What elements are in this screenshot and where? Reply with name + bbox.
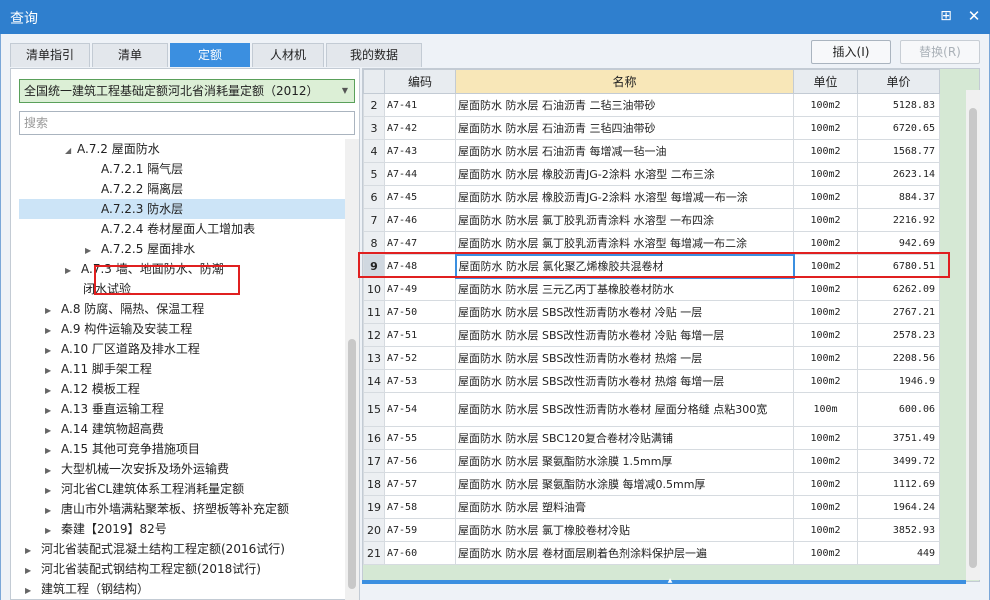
tree-node[interactable]: ▶ A.8 防腐、隔热、保温工程 [45, 299, 204, 319]
chapter-tree: ◢ A.7.2 屋面防水 A.7.2.1 隔气层 A.7.2.2 隔离层 A.7.… [11, 139, 345, 600]
table-row[interactable]: 11 A7-50 屋面防水 防水层 SBS改性沥青防水卷材 冷贴 一层 100m2 27… [363, 300, 940, 324]
expand-icon[interactable]: ◢ [65, 141, 77, 161]
expand-icon[interactable]: ▶ [45, 381, 57, 401]
table-row[interactable]: 10 A7-49 屋面防水 防水层 三元乙丙丁基橡胶卷材防水 100m2 6262.09 [363, 277, 940, 301]
col-header-index [363, 69, 385, 94]
tab-labor-material-machine[interactable]: 人材机 [252, 43, 324, 67]
quota-table: 编码 名称 单位 单价 2 A7-41 屋面防水 防水层 石油沥青 二毡三油带砂 10… [363, 69, 940, 565]
table-row[interactable]: 6 A7-45 屋面防水 防水层 橡胶沥青JG-2涂料 水溶型 每增减一布一涂 100… [363, 185, 940, 209]
tree-node[interactable]: ▶ A.11 脚手架工程 [45, 359, 152, 379]
table-row[interactable]: 19 A7-58 屋面防水 防水层 塑料油膏 100m2 1964.24 [363, 495, 940, 519]
grid-scrollbar[interactable] [966, 90, 980, 580]
expand-icon[interactable]: ▶ [45, 361, 57, 381]
tree-node[interactable]: ▶ A.10 厂区道路及排水工程 [45, 339, 200, 359]
row-highlight-box [358, 252, 950, 278]
tree-node[interactable]: ▶ 河北省装配式钢结构工程定额(2018试行) [25, 559, 261, 579]
tree-scrollbar[interactable] [345, 139, 359, 600]
left-pane: 全国统一建筑工程基础定额河北省消耗量定额（2012） ▼ ◢A.7.2 屋面防水… [10, 68, 360, 600]
tree-node[interactable]: ▶ A.7.2.5 屋面排水 [85, 239, 195, 259]
tree-node[interactable]: A.7.2.2 隔离层 [101, 179, 183, 199]
tab-bill[interactable]: 清单 [92, 43, 168, 67]
table-row[interactable]: 21 A7-60 屋面防水 防水层 卷材面层刷着色剂涂料保护层一遍 100m2 449 [363, 541, 940, 565]
tree-node[interactable]: ▶ A.12 模板工程 [45, 379, 140, 399]
tree-node[interactable]: ▶ 建筑工程（钢结构） [25, 579, 149, 599]
table-row[interactable]: 16 A7-55 屋面防水 防水层 SBC120复合卷材冷贴满铺 100m2 3751.… [363, 426, 940, 450]
expand-icon[interactable]: ▶ [45, 401, 57, 421]
expand-icon[interactable]: ▶ [45, 321, 57, 341]
highlight-box [94, 265, 240, 295]
tree-node[interactable]: ◢ A.7.2 屋面防水 [65, 139, 160, 159]
tree-node[interactable]: ▶ A.14 建筑物超高费 [45, 419, 164, 439]
expand-icon[interactable]: ▶ [45, 501, 57, 521]
expand-icon[interactable]: ▶ [45, 521, 57, 541]
col-header-unit[interactable]: 单位 [793, 69, 858, 94]
table-row[interactable]: 13 A7-52 屋面防水 防水层 SBS改性沥青防水卷材 热熔 一层 100m2 22… [363, 346, 940, 370]
table-row[interactable]: 12 A7-51 屋面防水 防水层 SBS改性沥青防水卷材 冷贴 每增一层 100m2… [363, 323, 940, 347]
table-row[interactable]: 4 A7-43 屋面防水 防水层 石油沥青 每增减一毡一油 100m2 1568.77 [363, 139, 940, 163]
tree-node-selected[interactable]: A.7.2.3 防水层 [19, 199, 345, 219]
quota-book-select[interactable]: 全国统一建筑工程基础定额河北省消耗量定额（2012） ▼ [19, 79, 355, 103]
tab-quota[interactable]: 定额 [170, 43, 250, 67]
col-header-name[interactable]: 名称 [455, 69, 794, 94]
pin-icon[interactable]: ⊞ [937, 7, 955, 25]
table-row[interactable]: 20 A7-59 屋面防水 防水层 氯丁橡胶卷材冷贴 100m2 3852.93 [363, 518, 940, 542]
expand-icon[interactable]: ▶ [25, 581, 37, 600]
expand-icon[interactable]: ▶ [45, 481, 57, 501]
tab-my-data[interactable]: 我的数据 [326, 43, 422, 67]
chevron-down-icon[interactable]: ▼ [342, 80, 348, 102]
chevron-up-icon[interactable]: ▲ [664, 578, 676, 584]
expand-icon[interactable]: ▶ [45, 301, 57, 321]
quota-grid-pane: 编码 名称 单位 单价 2 A7-41 屋面防水 防水层 石油沥青 二毡三油带砂 10… [362, 68, 980, 582]
table-row[interactable]: 14 A7-53 屋面防水 防水层 SBS改性沥青防水卷材 热熔 每增一层 100m2… [363, 369, 940, 393]
expand-icon[interactable]: ▶ [45, 441, 57, 461]
col-header-price[interactable]: 单价 [857, 69, 940, 94]
expand-icon[interactable]: ▶ [25, 561, 37, 581]
expand-icon[interactable]: ▶ [85, 241, 97, 261]
tree-node[interactable]: ▶ 秦建【2019】82号 [45, 519, 167, 539]
table-row[interactable]: 3 A7-42 屋面防水 防水层 石油沥青 三毡四油带砂 100m2 6720.65 [363, 116, 940, 140]
scrollbar-thumb[interactable] [348, 339, 356, 589]
table-row[interactable]: 7 A7-46 屋面防水 防水层 氯丁胶乳沥青涂料 水溶型 一布四涂 100m2 221… [363, 208, 940, 232]
table-row[interactable]: 2 A7-41 屋面防水 防水层 石油沥青 二毡三油带砂 100m2 5128.83 [363, 93, 940, 117]
expand-icon[interactable]: ▶ [25, 541, 37, 561]
expand-icon[interactable]: ▶ [45, 421, 57, 441]
insert-button[interactable]: 插入(I) [811, 40, 891, 64]
quota-book-value: 全国统一建筑工程基础定额河北省消耗量定额（2012） [24, 84, 319, 98]
search-input[interactable] [19, 111, 355, 135]
table-row[interactable]: 15 A7-54 屋面防水 防水层 SBS改性沥青防水卷材 屋面分格缝 点粘300宽… [363, 392, 940, 427]
expand-icon[interactable]: ▶ [45, 341, 57, 361]
tab-bill-guide[interactable]: 清单指引 [10, 43, 90, 67]
tree-node[interactable]: A.7.2.1 隔气层 [101, 159, 183, 179]
scrollbar-thumb[interactable] [969, 108, 977, 568]
close-icon[interactable]: ✕ [965, 7, 983, 25]
tree-node[interactable]: ▶ A.15 其他可竞争措施项目 [45, 439, 200, 459]
tree-node[interactable]: ▶ A.9 构件运输及安装工程 [45, 319, 192, 339]
window-title: 查询 [10, 11, 38, 27]
tree-node[interactable]: ▶ 河北省CL建筑体系工程消耗量定额 [45, 479, 244, 499]
expand-icon[interactable]: ▶ [45, 461, 57, 481]
tree-node[interactable]: ▶ 河北省装配式混凝土结构工程定额(2016试行) [25, 539, 285, 559]
tree-node[interactable]: A.7.2.4 卷材屋面人工增加表 [101, 219, 255, 239]
tree-node[interactable]: ▶ 大型机械一次安拆及场外运输费 [45, 459, 229, 479]
tab-bar: 清单指引 清单 定额 人材机 我的数据 [10, 43, 424, 67]
title-bar: 查询 ⊞ ✕ [0, 0, 990, 34]
expand-icon[interactable]: ▶ [65, 261, 77, 281]
replace-button[interactable]: 替换(R) [900, 40, 980, 64]
col-header-code[interactable]: 编码 [384, 69, 456, 94]
tree-node[interactable]: ▶ A.13 垂直运输工程 [45, 399, 164, 419]
table-header: 编码 名称 单位 单价 [363, 69, 940, 94]
table-row[interactable]: 5 A7-44 屋面防水 防水层 橡胶沥青JG-2涂料 水溶型 二布三涂 100m2 2… [363, 162, 940, 186]
table-row[interactable]: 18 A7-57 屋面防水 防水层 聚氨酯防水涂膜 每增减0.5mm厚 100m2 11… [363, 472, 940, 496]
table-row[interactable]: 17 A7-56 屋面防水 防水层 聚氨酯防水涂膜 1.5mm厚 100m2 3499.… [363, 449, 940, 473]
tree-node[interactable]: ▶ 唐山市外墙满粘聚苯板、挤塑板等补充定额 [45, 499, 289, 519]
